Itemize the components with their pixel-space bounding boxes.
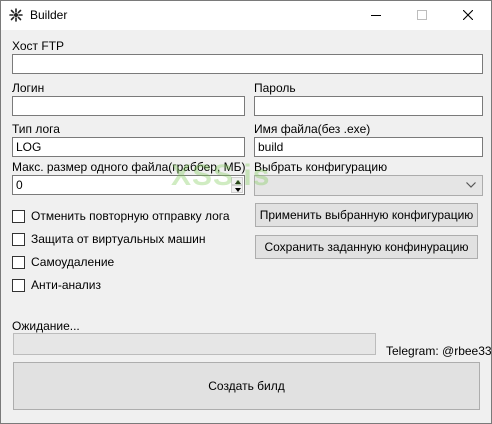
option-anti-analysis[interactable]: Анти-анализ [12,278,242,294]
ftp-host-label: Хост FTP [12,39,65,53]
waiting-label: Ожидание... [12,319,80,333]
minimize-icon [371,15,381,16]
max-size-value: 0 [16,178,23,192]
login-label: Логин [12,81,45,95]
ftp-host-input[interactable] [12,54,483,74]
config-select[interactable] [254,175,483,196]
option-label: Защита от виртуальных машин [31,232,206,246]
checkbox[interactable] [12,256,25,269]
close-button[interactable] [445,1,491,30]
window-title: Builder [30,8,68,22]
checkbox[interactable] [12,210,25,223]
option-self-delete[interactable]: Самоудаление [12,255,242,271]
log-type-label: Тип лога [12,122,60,136]
save-config-button[interactable]: Сохранить заданную конфинурацию [255,235,478,259]
checkbox[interactable] [12,279,25,292]
builder-window: Builder Хост FTP Логин Пароль Тип лога L… [0,0,492,424]
password-label: Пароль [254,81,296,95]
maximize-button[interactable] [399,1,445,30]
apply-config-button[interactable]: Применить выбранную конфигурацию [255,203,478,227]
title-bar[interactable]: Builder [1,1,491,30]
filename-label: Имя файла(без .exe) [254,122,371,136]
password-input[interactable] [254,96,483,116]
filename-input[interactable]: build [254,137,483,157]
close-icon [463,10,473,20]
app-logo-icon [8,7,24,23]
option-label: Анти-анализ [31,278,102,292]
option-vm-protection[interactable]: Защита от виртуальных машин [12,232,242,248]
login-input[interactable] [12,96,245,116]
option-label: Самоудаление [31,255,115,269]
config-label: Выбрать конфигурацию [254,160,388,174]
watermark: XSS.is [171,159,271,192]
option-label: Отменить повторную отправку лога [31,209,230,223]
create-build-button[interactable]: Создать билд [13,362,480,410]
log-type-input[interactable]: LOG [12,137,245,157]
telegram-contact: Telegram: @rbee33 [386,344,492,358]
checkbox[interactable] [12,233,25,246]
option-cancel-resend[interactable]: Отменить повторную отправку лога [12,209,242,225]
minimize-button[interactable] [353,1,399,30]
chevron-down-icon [466,182,476,188]
build-progress-bar [13,333,376,355]
maximize-icon [417,10,427,20]
